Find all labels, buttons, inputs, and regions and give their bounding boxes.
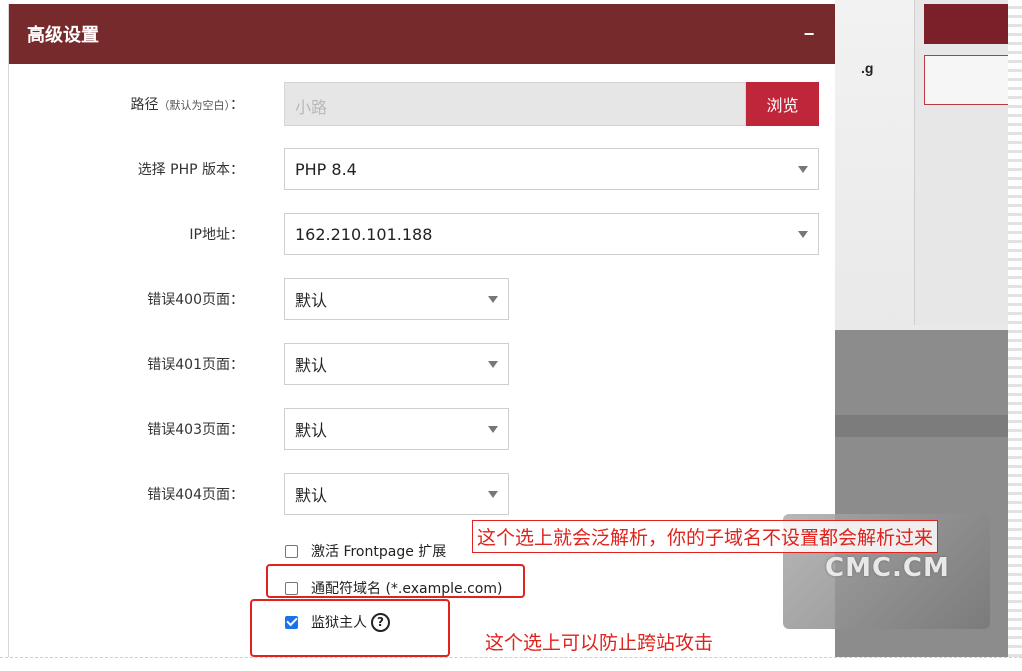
error401-select[interactable]: 默认: [284, 343, 509, 385]
php-version-row: 选择 PHP 版本： PHP 8.4: [9, 148, 836, 190]
modal-header: 高级设置 −: [9, 4, 835, 64]
jail-annotation: 这个选上可以防止跨站攻击: [485, 632, 714, 654]
frontpage-checkbox[interactable]: [285, 544, 298, 558]
error400-row: 错误400页面： 默认: [9, 278, 836, 320]
ip-label: IP地址：: [189, 227, 244, 243]
error400-select[interactable]: 默认: [284, 278, 509, 320]
error403-label: 错误403页面：: [147, 422, 244, 438]
ip-value: 162.210.101.188: [295, 224, 433, 244]
background-panel: [914, 0, 1010, 325]
error403-select[interactable]: 默认: [284, 408, 509, 450]
path-label: 路径（默认为空白）：: [130, 97, 245, 113]
chevron-down-icon: [488, 360, 498, 368]
error400-value: 默认: [295, 291, 328, 310]
php-version-select[interactable]: PHP 8.4: [284, 148, 819, 190]
torn-edge: [1008, 0, 1022, 671]
chevron-down-icon: [488, 425, 498, 433]
error404-select[interactable]: 默认: [284, 473, 509, 515]
error404-label: 错误404页面：: [147, 487, 244, 503]
error404-value: 默认: [295, 486, 328, 505]
background-outline-block: [924, 55, 1010, 105]
frontpage-option[interactable]: 激活 Frontpage 扩展: [285, 541, 446, 561]
error403-row: 错误403页面： 默认: [9, 408, 836, 450]
php-version-label: 选择 PHP 版本：: [137, 162, 244, 178]
wildcard-annotation: 这个选上就会泛解析，你的子域名不设置都会解析过来: [472, 520, 939, 553]
jail-highlight-box: [250, 599, 450, 657]
error403-value: 默认: [295, 421, 328, 440]
watermark-logo: CMC.CM: [825, 553, 950, 583]
frontpage-label: 激活 Frontpage 扩展: [311, 544, 447, 560]
error400-label: 错误400页面：: [147, 292, 244, 308]
error401-row: 错误401页面： 默认: [9, 343, 836, 385]
browse-button[interactable]: 浏览: [746, 82, 819, 126]
modal-title: 高级设置: [27, 25, 99, 46]
path-input[interactable]: 小路: [284, 82, 746, 126]
error404-row: 错误404页面： 默认: [9, 473, 836, 515]
path-row: 路径（默认为空白）： 小路 浏览: [9, 82, 836, 126]
background-red-block: [924, 4, 1010, 44]
background-fragment-text: .g: [861, 60, 874, 76]
chevron-down-icon: [488, 295, 498, 303]
collapse-icon[interactable]: −: [801, 24, 817, 45]
advanced-settings-modal: 高级设置 − 路径（默认为空白）： 小路 浏览 选择 PHP 版本： PHP 8…: [8, 4, 835, 657]
wildcard-highlight-box: [266, 564, 525, 598]
php-version-value: PHP 8.4: [295, 159, 357, 179]
chevron-down-icon: [488, 490, 498, 498]
chevron-down-icon: [798, 165, 808, 173]
background-strip: [835, 415, 1010, 437]
ip-row: IP地址： 162.210.101.188: [9, 213, 836, 255]
chevron-down-icon: [798, 230, 808, 238]
bottom-edge: [0, 657, 1022, 671]
error401-label: 错误401页面：: [147, 357, 244, 373]
ip-select[interactable]: 162.210.101.188: [284, 213, 819, 255]
error401-value: 默认: [295, 356, 328, 375]
